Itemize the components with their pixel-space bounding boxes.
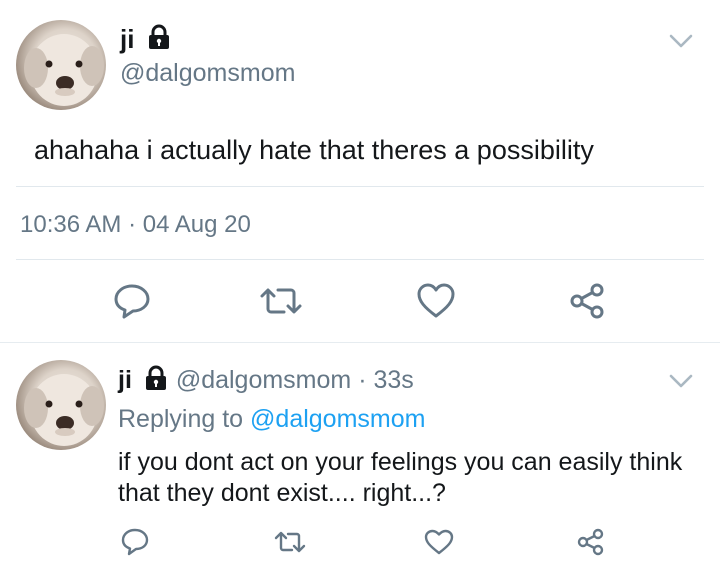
tweet-date: 04 Aug 20 [142, 211, 251, 238]
like-icon[interactable] [424, 529, 454, 555]
replying-to-label: Replying to [118, 405, 244, 433]
replying-to: Replying to @dalgomsmom [118, 404, 425, 434]
header-separator: · [358, 366, 367, 394]
divider [0, 342, 720, 343]
reply-header: ji @dalgomsmom · 33s [118, 365, 414, 395]
share-icon[interactable] [568, 282, 608, 320]
chevron-down-icon[interactable] [667, 30, 695, 52]
retweet-icon[interactable] [273, 529, 307, 555]
reply-text-line: if you dont act on your feelings you can… [118, 448, 683, 476]
handle[interactable]: @dalgomsmom [120, 58, 295, 88]
like-icon[interactable] [416, 283, 456, 319]
reply-icon[interactable] [120, 528, 150, 556]
timestamp-separator: · [128, 211, 137, 238]
share-icon[interactable] [576, 528, 606, 556]
divider [16, 186, 704, 187]
dog-avatar-image [24, 34, 104, 106]
reply-icon[interactable] [112, 283, 152, 319]
retweet-icon[interactable] [258, 283, 304, 319]
lock-icon [146, 24, 172, 50]
tweet-age[interactable]: 33s [373, 366, 413, 394]
handle[interactable]: @dalgomsmom [176, 366, 351, 394]
display-name[interactable]: ji [120, 24, 134, 54]
tweet-timestamp[interactable]: 10:36 AM · 04 Aug 20 [20, 210, 251, 240]
replying-to-link[interactable]: @dalgomsmom [250, 405, 425, 433]
tweet-time: 10:36 AM [20, 211, 122, 238]
avatar[interactable] [16, 360, 106, 450]
avatar[interactable] [16, 20, 106, 110]
chevron-down-icon[interactable] [667, 370, 695, 392]
reply-text-line: that they dont exist.... right...? [118, 479, 446, 507]
dog-avatar-image [24, 374, 104, 446]
lock-icon [143, 365, 169, 391]
divider [16, 259, 704, 260]
display-name[interactable]: ji [118, 366, 132, 394]
tweet-text: ahahaha i actually hate that theres a po… [34, 135, 594, 165]
reply-text: if you dont act on your feelings you can… [118, 447, 682, 509]
